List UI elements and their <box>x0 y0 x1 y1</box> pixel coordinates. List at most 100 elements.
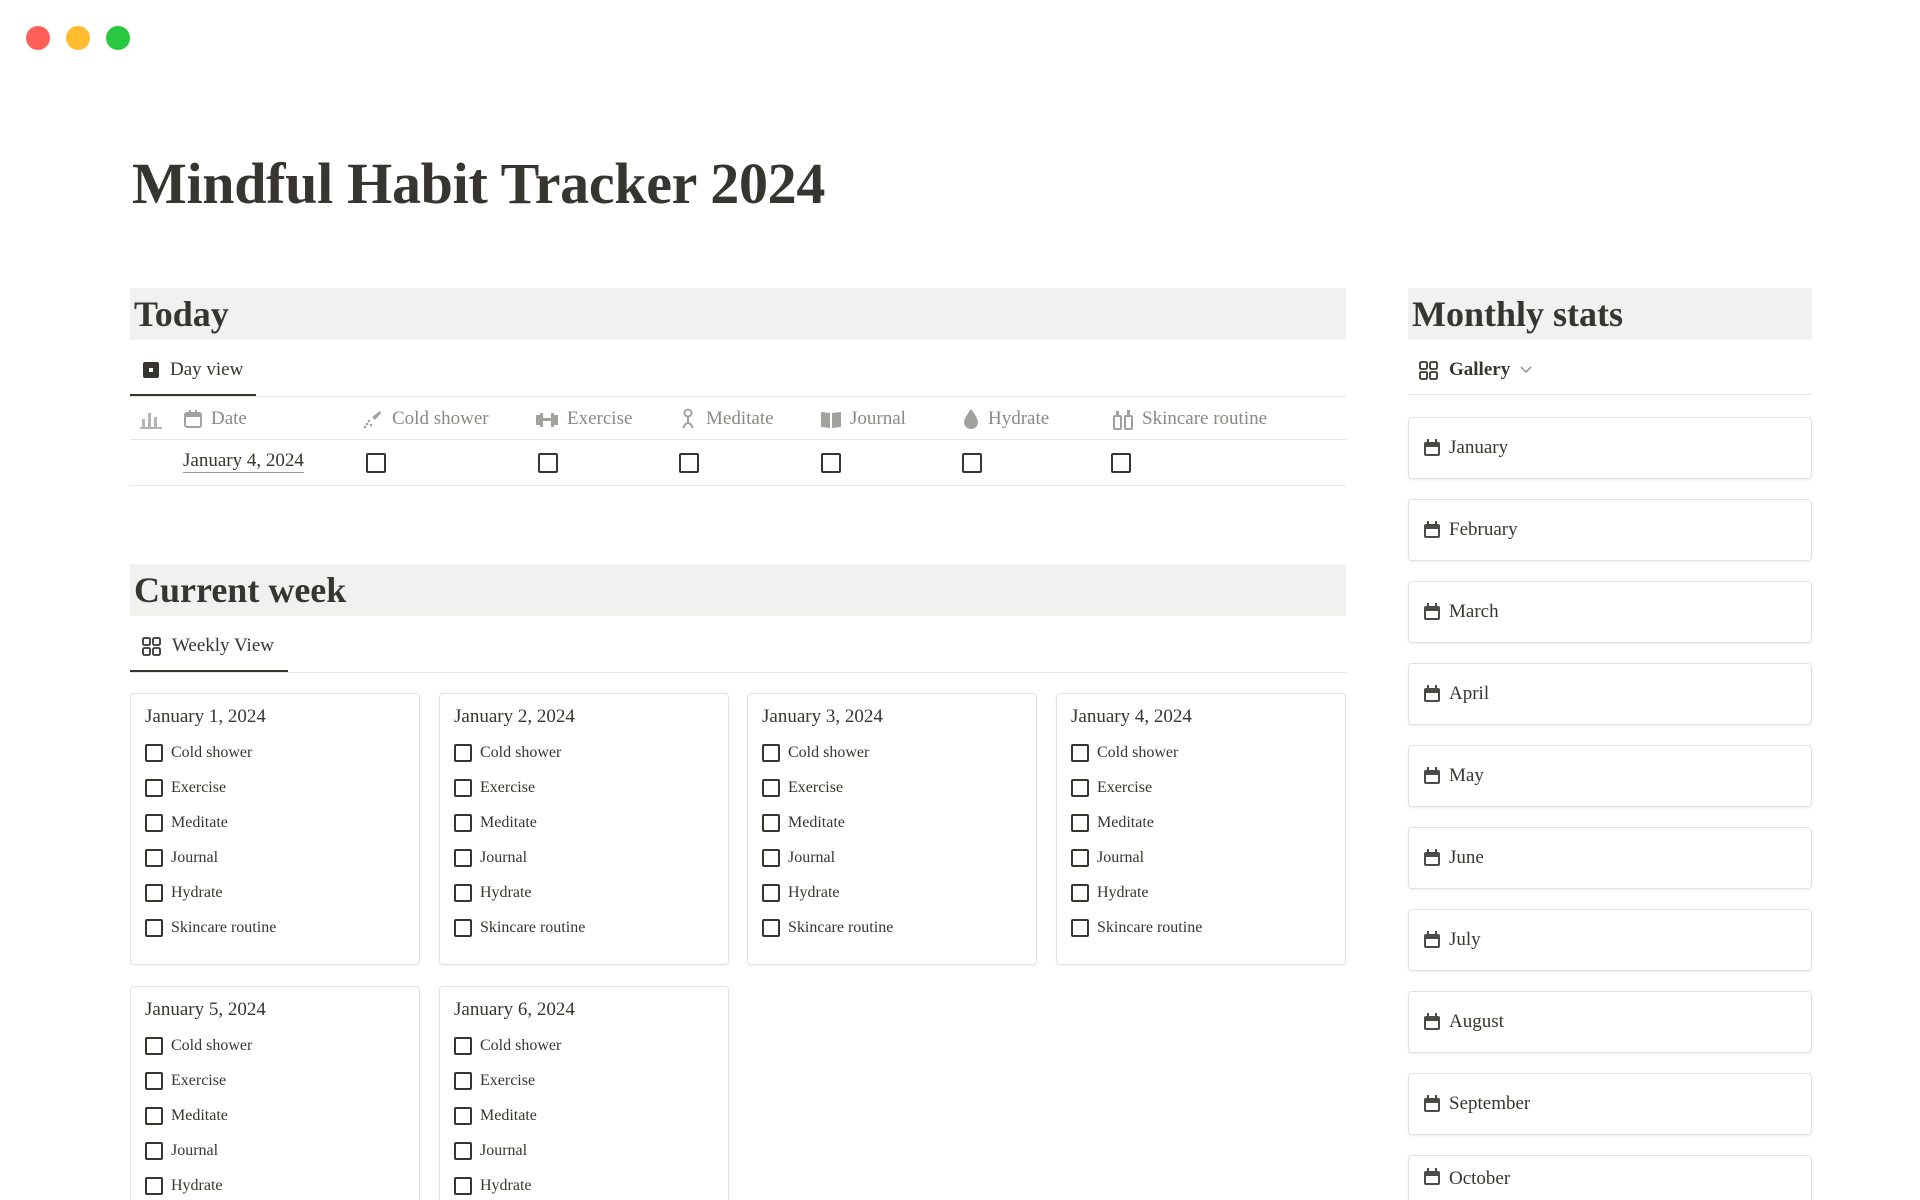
day-card[interactable]: January 6, 2024 Cold shower Exercise Med… <box>439 986 729 1200</box>
habit-item[interactable]: Cold shower <box>454 744 561 762</box>
habit-item[interactable]: Cold shower <box>454 1037 561 1055</box>
habit-item[interactable]: Exercise <box>454 1072 535 1090</box>
habit-checkbox[interactable] <box>454 1142 472 1160</box>
exercise-checkbox[interactable] <box>538 453 558 473</box>
month-card-june[interactable]: June <box>1408 827 1812 889</box>
column-journal[interactable]: Journal <box>820 397 906 441</box>
journal-checkbox[interactable] <box>821 453 841 473</box>
habit-item[interactable]: Skincare routine <box>1071 919 1202 937</box>
habit-item[interactable]: Exercise <box>1071 779 1152 797</box>
habit-checkbox[interactable] <box>145 849 163 867</box>
habit-item[interactable]: Meditate <box>1071 814 1154 832</box>
column-exercise[interactable]: Exercise <box>535 397 632 441</box>
today-table-row[interactable]: January 4, 2024 <box>130 440 1346 486</box>
habit-item[interactable]: Meditate <box>762 814 845 832</box>
habit-item[interactable]: Hydrate <box>1071 884 1149 902</box>
day-card[interactable]: January 4, 2024 Cold shower Exercise Med… <box>1056 693 1346 965</box>
day-card[interactable]: January 3, 2024 Cold shower Exercise Med… <box>747 693 1037 965</box>
habit-checkbox[interactable] <box>1071 884 1089 902</box>
gallery-view-tab[interactable]: Gallery <box>1419 346 1532 394</box>
month-card-october[interactable]: October <box>1408 1155 1812 1200</box>
habit-checkbox[interactable] <box>762 779 780 797</box>
habit-checkbox[interactable] <box>1071 919 1089 937</box>
month-card-march[interactable]: March <box>1408 581 1812 643</box>
habit-checkbox[interactable] <box>145 1072 163 1090</box>
day-view-tab[interactable]: Day view <box>142 346 243 394</box>
habit-checkbox[interactable] <box>454 814 472 832</box>
zoom-window-button[interactable] <box>106 26 130 50</box>
habit-checkbox[interactable] <box>454 884 472 902</box>
habit-item[interactable]: Hydrate <box>762 884 840 902</box>
habit-item[interactable]: Exercise <box>145 779 226 797</box>
habit-item[interactable]: Meditate <box>454 814 537 832</box>
habit-item[interactable]: Cold shower <box>145 744 252 762</box>
weekly-view-tab[interactable]: Weekly View <box>142 622 274 670</box>
habit-checkbox[interactable] <box>762 884 780 902</box>
habit-item[interactable]: Journal <box>1071 849 1144 867</box>
skincare-checkbox[interactable] <box>1111 453 1131 473</box>
habit-item[interactable]: Hydrate <box>145 884 223 902</box>
habit-item[interactable]: Journal <box>454 849 527 867</box>
habit-item[interactable]: Journal <box>762 849 835 867</box>
habit-checkbox[interactable] <box>1071 779 1089 797</box>
chart-icon[interactable] <box>140 397 162 441</box>
habit-item[interactable]: Hydrate <box>454 1177 532 1195</box>
habit-item[interactable]: Meditate <box>145 1107 228 1125</box>
habit-checkbox[interactable] <box>1071 814 1089 832</box>
hydrate-checkbox[interactable] <box>962 453 982 473</box>
column-skincare[interactable]: Skincare routine <box>1112 397 1267 441</box>
habit-checkbox[interactable] <box>762 849 780 867</box>
habit-checkbox[interactable] <box>145 1142 163 1160</box>
habit-checkbox[interactable] <box>454 1177 472 1195</box>
habit-checkbox[interactable] <box>1071 744 1089 762</box>
habit-checkbox[interactable] <box>145 1177 163 1195</box>
habit-checkbox[interactable] <box>762 744 780 762</box>
row-date[interactable]: January 4, 2024 <box>183 450 304 473</box>
habit-checkbox[interactable] <box>145 919 163 937</box>
habit-item[interactable]: Hydrate <box>454 884 532 902</box>
month-card-july[interactable]: July <box>1408 909 1812 971</box>
column-date[interactable]: Date <box>183 397 247 441</box>
chevron-down-icon[interactable] <box>1520 366 1532 374</box>
month-card-february[interactable]: February <box>1408 499 1812 561</box>
habit-item[interactable]: Exercise <box>454 779 535 797</box>
habit-checkbox[interactable] <box>145 814 163 832</box>
habit-item[interactable]: Skincare routine <box>762 919 893 937</box>
habit-checkbox[interactable] <box>454 1072 472 1090</box>
column-cold-shower[interactable]: Cold shower <box>362 397 489 441</box>
habit-checkbox[interactable] <box>454 744 472 762</box>
month-card-april[interactable]: April <box>1408 663 1812 725</box>
habit-checkbox[interactable] <box>145 744 163 762</box>
month-card-january[interactable]: January <box>1408 417 1812 479</box>
habit-item[interactable]: Hydrate <box>145 1177 223 1195</box>
month-card-august[interactable]: August <box>1408 991 1812 1053</box>
habit-checkbox[interactable] <box>762 814 780 832</box>
month-card-may[interactable]: May <box>1408 745 1812 807</box>
habit-checkbox[interactable] <box>454 849 472 867</box>
habit-item[interactable]: Journal <box>145 849 218 867</box>
habit-item[interactable]: Meditate <box>145 814 228 832</box>
habit-item[interactable]: Cold shower <box>145 1037 252 1055</box>
habit-checkbox[interactable] <box>1071 849 1089 867</box>
habit-checkbox[interactable] <box>145 1037 163 1055</box>
habit-item[interactable]: Cold shower <box>762 744 869 762</box>
habit-item[interactable]: Skincare routine <box>454 919 585 937</box>
habit-item[interactable]: Meditate <box>454 1107 537 1125</box>
habit-item[interactable]: Journal <box>454 1142 527 1160</box>
column-hydrate[interactable]: Hydrate <box>962 397 1049 441</box>
column-meditate[interactable]: Meditate <box>678 397 774 441</box>
month-card-september[interactable]: September <box>1408 1073 1812 1135</box>
day-card[interactable]: January 1, 2024 Cold shower Exercise Med… <box>130 693 420 965</box>
habit-item[interactable]: Journal <box>145 1142 218 1160</box>
meditate-checkbox[interactable] <box>679 453 699 473</box>
habit-item[interactable]: Skincare routine <box>145 919 276 937</box>
habit-checkbox[interactable] <box>454 779 472 797</box>
habit-checkbox[interactable] <box>454 919 472 937</box>
day-card[interactable]: January 2, 2024 Cold shower Exercise Med… <box>439 693 729 965</box>
habit-item[interactable]: Cold shower <box>1071 744 1178 762</box>
habit-item[interactable]: Exercise <box>145 1072 226 1090</box>
cold-shower-checkbox[interactable] <box>366 453 386 473</box>
habit-checkbox[interactable] <box>145 884 163 902</box>
habit-checkbox[interactable] <box>454 1107 472 1125</box>
habit-checkbox[interactable] <box>454 1037 472 1055</box>
